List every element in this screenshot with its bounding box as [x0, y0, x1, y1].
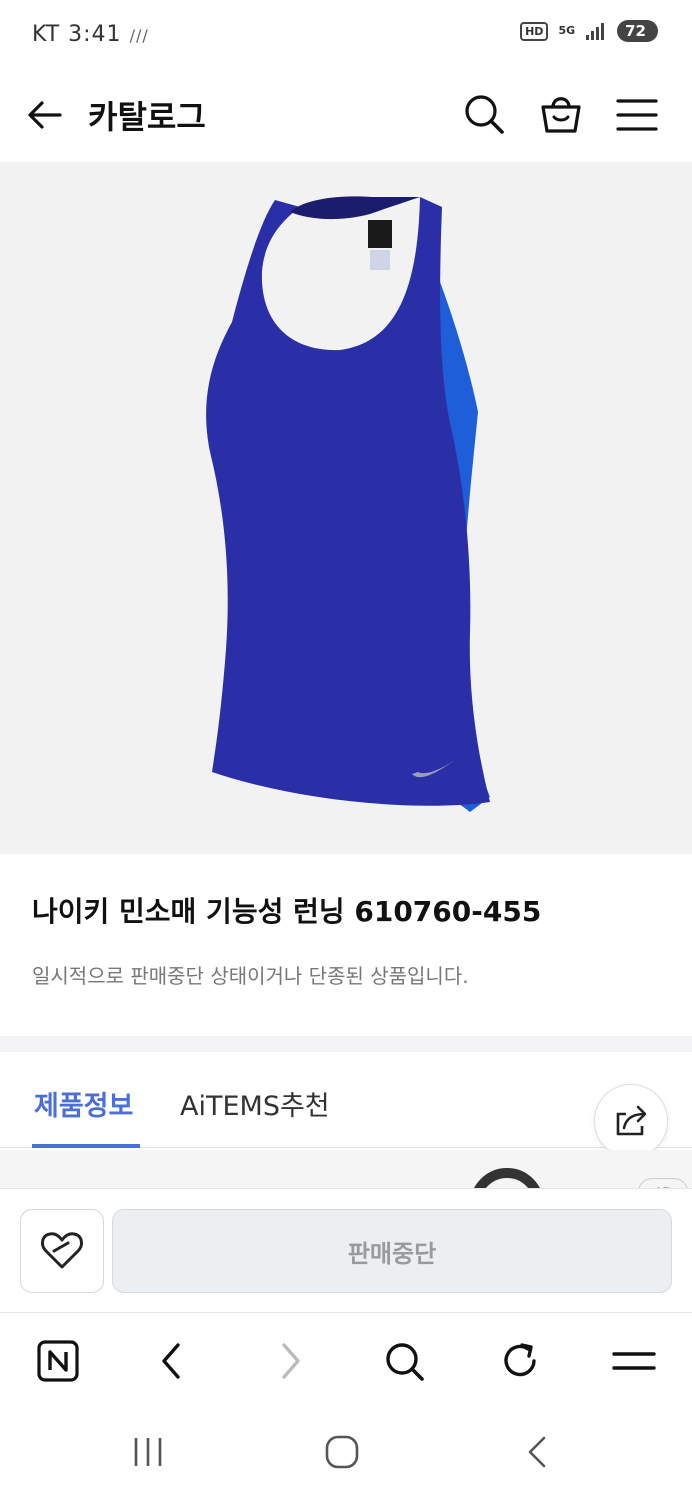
- naver-n-icon: [37, 1340, 79, 1382]
- forward-chevron-icon: [282, 1343, 300, 1379]
- product-image[interactable]: [0, 162, 692, 854]
- home-button[interactable]: [322, 1432, 362, 1472]
- browser-menu-button[interactable]: [610, 1337, 658, 1385]
- content-peek: [0, 1150, 692, 1190]
- recent-apps-icon: [134, 1438, 162, 1466]
- status-bar: KT 3:41 /// HD 5G 72: [0, 0, 692, 70]
- network-5g-icon: 5G: [558, 24, 576, 37]
- back-chevron-icon: [162, 1343, 180, 1379]
- carrier-time-text: KT 3:41: [32, 22, 122, 47]
- menu-button[interactable]: [614, 94, 660, 136]
- browser-back-button[interactable]: [148, 1337, 196, 1385]
- search-icon: [386, 1343, 424, 1381]
- battery-icon: 72: [617, 20, 658, 42]
- hamburger-menu-icon: [616, 99, 658, 131]
- active-tab-indicator: [32, 1144, 140, 1148]
- signal-strength-icon: [586, 23, 605, 40]
- naver-home-button[interactable]: [34, 1337, 82, 1385]
- browser-search-button[interactable]: [380, 1337, 428, 1385]
- search-icon: [465, 95, 504, 134]
- recent-apps-button[interactable]: [128, 1432, 168, 1472]
- share-icon: [616, 1105, 647, 1136]
- product-status-text: 일시적으로 판매중단 상태이거나 단종된 상품입니다.: [32, 964, 469, 988]
- shopping-bag-button[interactable]: [538, 90, 584, 136]
- back-arrow-icon: [28, 101, 62, 129]
- tab-product-info[interactable]: 제품정보: [34, 1084, 133, 1123]
- wishlist-button[interactable]: [20, 1209, 104, 1293]
- purchase-action-bar: 판매중단: [0, 1188, 692, 1312]
- status-icons: HD 5G 72: [520, 20, 658, 42]
- section-divider: [0, 1036, 692, 1052]
- status-carrier-time: KT 3:41 ///: [32, 22, 149, 47]
- share-button[interactable]: [594, 1084, 668, 1158]
- search-button[interactable]: [462, 92, 506, 136]
- browser-toolbar: [0, 1312, 692, 1408]
- browser-refresh-button[interactable]: [496, 1337, 544, 1385]
- system-back-button[interactable]: [516, 1432, 556, 1472]
- refresh-icon: [504, 1343, 536, 1377]
- page-title: 카탈로그: [88, 98, 206, 136]
- back-button[interactable]: [24, 94, 66, 136]
- shopping-bag-icon: [541, 97, 581, 133]
- sold-out-button[interactable]: 판매중단: [112, 1209, 672, 1293]
- system-navigation-bar: [0, 1408, 692, 1500]
- product-name: 나이키 민소매 기능성 런닝 610760-455: [32, 895, 542, 928]
- app-header: 카탈로그: [0, 70, 692, 160]
- heart-tag-icon: [41, 1232, 83, 1269]
- browser-forward-button[interactable]: [266, 1337, 314, 1385]
- back-icon: [528, 1436, 546, 1468]
- hd-voice-icon: HD: [520, 21, 549, 41]
- signal-activity-icon: ///: [129, 26, 149, 45]
- home-icon: [325, 1435, 359, 1469]
- tab-aitems-recommend[interactable]: AiTEMS추천: [180, 1084, 330, 1123]
- tank-top-illustration: [206, 196, 490, 812]
- menu-icon: [612, 1352, 656, 1370]
- tab-bar: 제품정보 AiTEMS추천: [0, 1052, 692, 1148]
